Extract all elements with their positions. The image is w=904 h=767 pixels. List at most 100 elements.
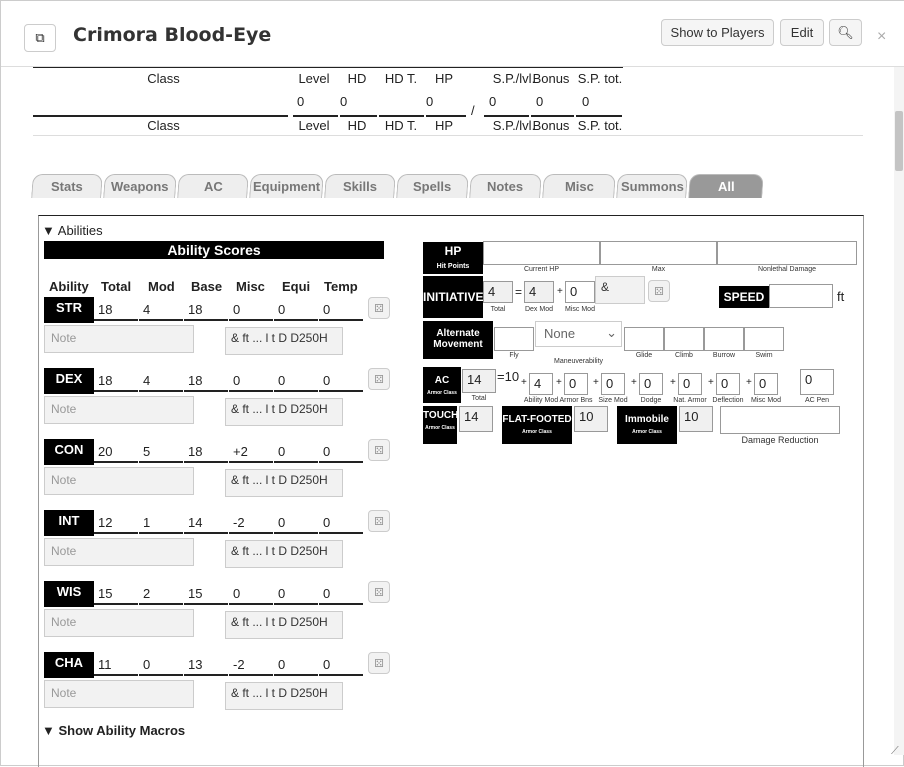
int-mod: 1 <box>143 515 151 530</box>
current-hp-caption: Current HP <box>523 266 559 273</box>
chevron-down-icon: ⌄ <box>606 325 617 340</box>
show-to-players-button[interactable]: Show to Players <box>661 19 774 46</box>
int-misc[interactable]: -2 <box>233 515 245 530</box>
note-field[interactable]: Note <box>44 538 194 566</box>
maneuverability-select[interactable]: None ⌄ <box>535 321 622 347</box>
ac-pen-input[interactable]: 0 <box>800 369 834 395</box>
macro-field[interactable]: & ft ... l t D D250H <box>225 682 343 710</box>
ac-size-input[interactable]: 0 <box>601 373 625 395</box>
glide-input[interactable] <box>624 327 664 351</box>
ac-dodge-input[interactable]: 0 <box>639 373 663 395</box>
roll-wis-button[interactable]: ⚄ <box>368 581 390 603</box>
wis-temp[interactable]: 0 <box>323 586 330 601</box>
nonlethal-input[interactable] <box>717 241 857 265</box>
tab-skills[interactable]: Skills <box>324 174 396 198</box>
cha-base[interactable]: 13 <box>188 657 202 672</box>
ac-total-caption: Total <box>471 395 487 402</box>
dex-temp[interactable]: 0 <box>323 373 330 388</box>
dice-icon: ⚄ <box>374 373 384 386</box>
macro-field[interactable]: & ft ... l t D D250H <box>225 398 343 426</box>
cha-equi[interactable]: 0 <box>278 657 285 672</box>
note-field[interactable]: Note <box>44 396 194 424</box>
show-ability-macros[interactable]: ▼ Show Ability Macros <box>42 723 185 738</box>
wis-mod: 2 <box>143 586 151 601</box>
con-misc[interactable]: +2 <box>233 444 248 459</box>
sptot-input[interactable]: 0 <box>582 94 589 109</box>
note-field[interactable]: Note <box>44 680 194 708</box>
cha-misc[interactable]: -2 <box>233 657 245 672</box>
fly-input[interactable] <box>494 327 534 351</box>
resize-grip-icon[interactable]: ⟋ <box>891 745 899 758</box>
wis-equi[interactable]: 0 <box>278 586 285 601</box>
tab-misc[interactable]: Misc <box>542 174 616 198</box>
roll-dex-button[interactable]: ⚄ <box>368 368 390 390</box>
note-field[interactable]: Note <box>44 609 194 637</box>
ac-defl-input[interactable]: 0 <box>716 373 740 395</box>
wis-base[interactable]: 15 <box>188 586 202 601</box>
speed-unit: ft <box>837 289 845 304</box>
note-field[interactable]: Note <box>44 467 194 495</box>
macro-field[interactable]: & ft ... l t D D250H <box>225 611 343 639</box>
int-equi[interactable]: 0 <box>278 515 285 530</box>
ac-nat-input[interactable]: 0 <box>678 373 702 395</box>
hp-class-input[interactable]: 0 <box>426 94 433 109</box>
burrow-input[interactable] <box>704 327 744 351</box>
tab-spells[interactable]: Spells <box>396 174 469 198</box>
tab-summons[interactable]: Summons <box>616 174 688 198</box>
macro-field[interactable]: & ft ... l t D D250H <box>225 327 343 355</box>
roll-int-button[interactable]: ⚄ <box>368 510 390 532</box>
level-input[interactable]: 0 <box>297 94 304 109</box>
bonus-input[interactable]: 0 <box>536 94 543 109</box>
tab-stats[interactable]: Stats <box>31 174 103 198</box>
dex-misc[interactable]: 0 <box>233 373 240 388</box>
dex-base[interactable]: 18 <box>188 373 202 388</box>
int-base[interactable]: 14 <box>188 515 202 530</box>
hp-label-box: HP Hit Points <box>423 242 483 274</box>
tab-weapons[interactable]: Weapons <box>103 174 177 198</box>
popout-button[interactable]: ⧉ <box>24 24 56 52</box>
max-hp-input[interactable] <box>600 241 717 265</box>
ac-armor-input[interactable]: 0 <box>564 373 588 395</box>
search-icon: 🔍︎ <box>837 24 854 40</box>
tab-all[interactable]: All <box>688 174 764 198</box>
con-temp[interactable]: 0 <box>323 444 330 459</box>
current-hp-input[interactable] <box>483 241 600 265</box>
speed-input[interactable] <box>769 284 833 308</box>
str-base[interactable]: 18 <box>188 302 202 317</box>
cha-temp[interactable]: 0 <box>323 657 330 672</box>
search-button[interactable]: 🔍︎ <box>829 19 862 46</box>
con-equi[interactable]: 0 <box>278 444 285 459</box>
swim-input[interactable] <box>744 327 784 351</box>
hd-input[interactable]: 0 <box>340 94 347 109</box>
dex-equi[interactable]: 0 <box>278 373 285 388</box>
climb-input[interactable] <box>664 327 704 351</box>
damage-reduction-input[interactable] <box>720 406 840 434</box>
roll-str-button[interactable]: ⚄ <box>368 297 390 319</box>
int-temp[interactable]: 0 <box>323 515 330 530</box>
col-equi: Equi <box>282 279 311 294</box>
macro-field[interactable]: & ft ... l t D D250H <box>225 540 343 568</box>
sp-input[interactable]: 0 <box>489 94 496 109</box>
con-base[interactable]: 18 <box>188 444 202 459</box>
note-field[interactable]: Note <box>44 325 194 353</box>
macro-field[interactable]: & ft ... l t D D250H <box>225 469 343 497</box>
scrollbar-thumb[interactable] <box>895 111 903 171</box>
str-temp[interactable]: 0 <box>323 302 330 317</box>
roll-cha-button[interactable]: ⚄ <box>368 652 390 674</box>
close-icon[interactable]: × <box>877 28 886 46</box>
str-misc[interactable]: 0 <box>233 302 240 317</box>
init-roll-button[interactable]: ⚄ <box>648 280 670 302</box>
roll-con-button[interactable]: ⚄ <box>368 439 390 461</box>
ac-abil-input[interactable]: 4 <box>529 373 553 395</box>
tab-equipment[interactable]: Equipment <box>249 174 324 198</box>
init-macro-field[interactable]: & <box>595 276 645 304</box>
tab-ac[interactable]: AC <box>177 174 249 198</box>
edit-button[interactable]: Edit <box>780 19 824 46</box>
tab-notes[interactable]: Notes <box>469 174 542 198</box>
abilities-toggle[interactable]: ▼ Abilities <box>42 223 103 238</box>
ac-misc-input[interactable]: 0 <box>754 373 778 395</box>
init-misc[interactable]: 0 <box>565 281 595 303</box>
wis-misc[interactable]: 0 <box>233 586 240 601</box>
bonus-label-2: Bonus <box>532 118 570 133</box>
str-equi[interactable]: 0 <box>278 302 285 317</box>
